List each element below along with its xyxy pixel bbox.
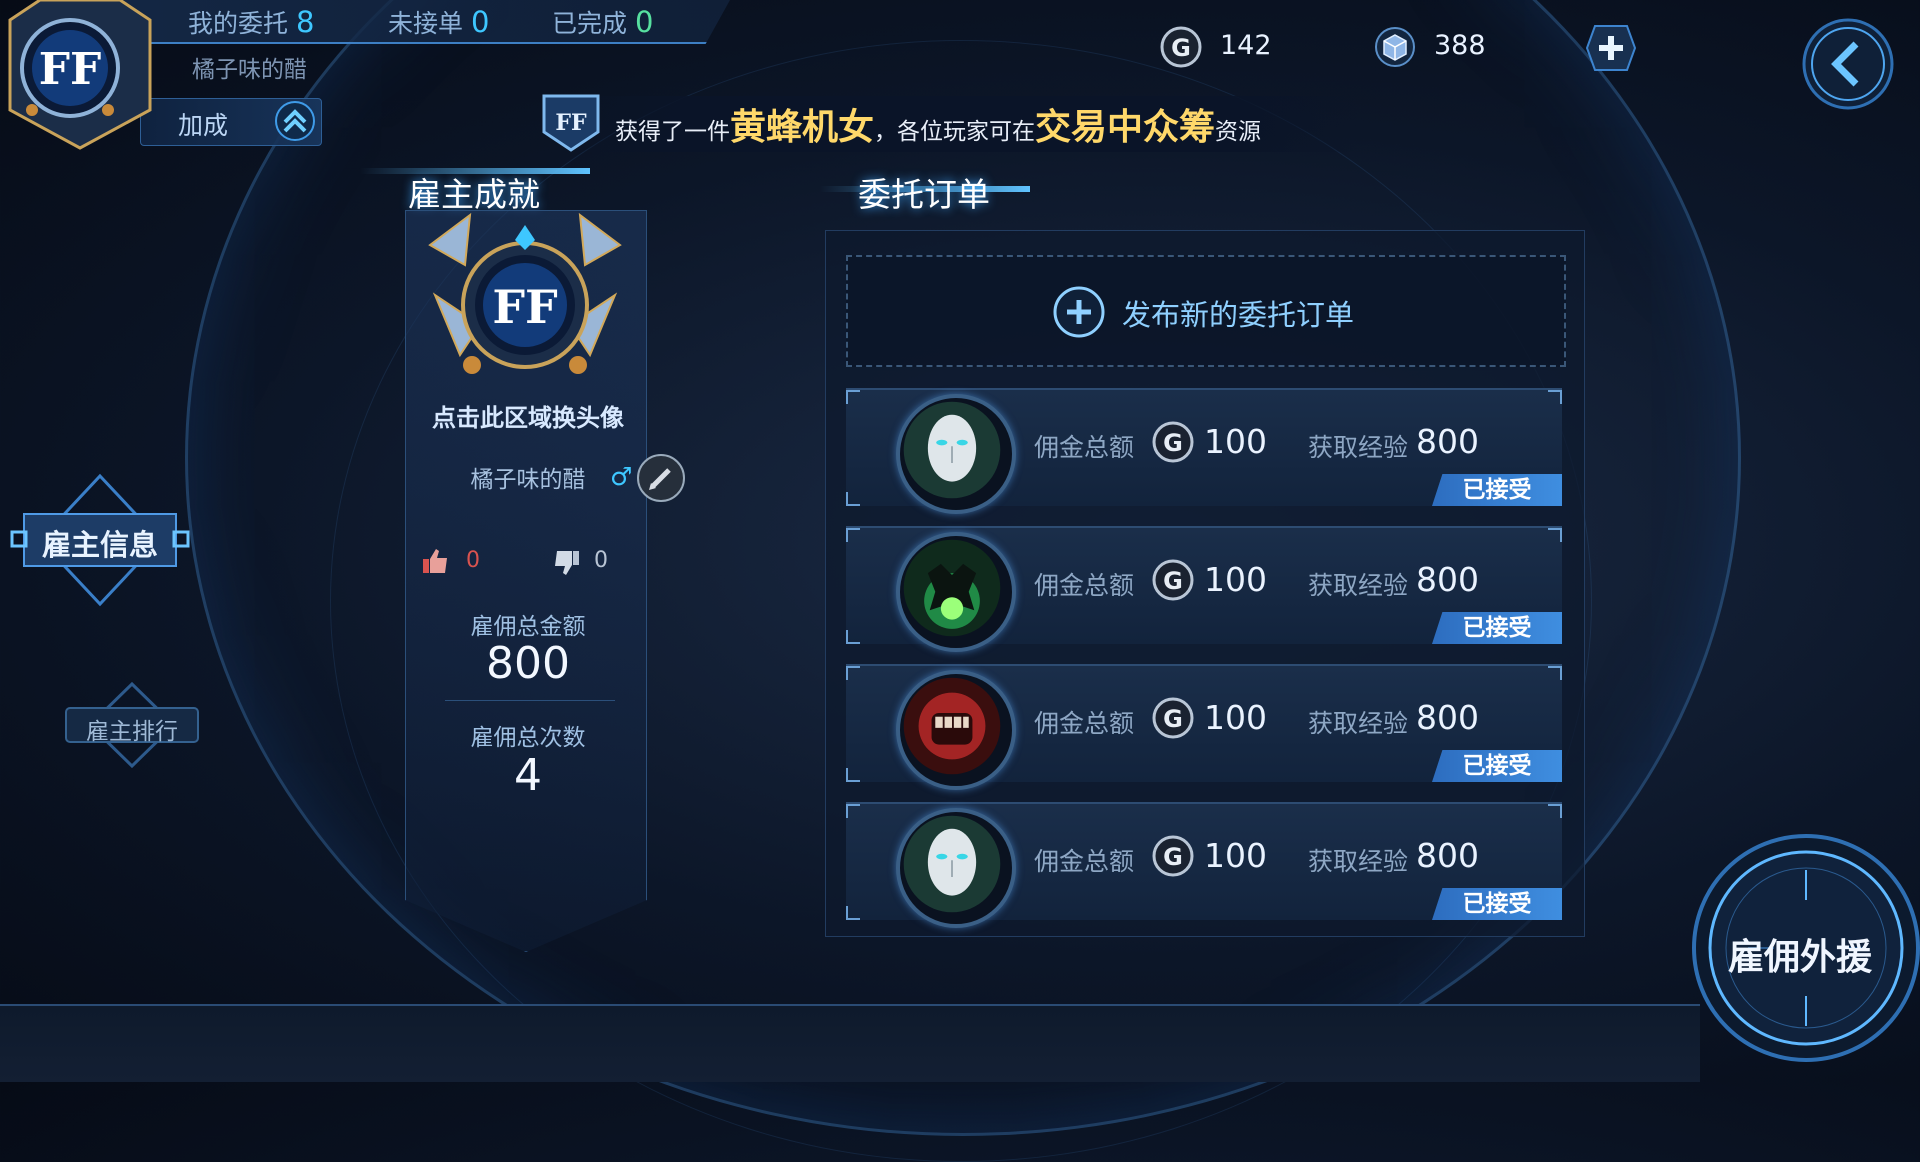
- order-item[interactable]: 佣金总额 G 100 获取经验 800 已接受: [846, 526, 1562, 652]
- svg-text:G: G: [1163, 429, 1183, 457]
- completed-label: 已完成: [552, 9, 628, 38]
- announce-prefix: 获得了一件: [615, 119, 730, 145]
- corner-mark: [1548, 804, 1562, 818]
- announcement-text: 获得了一件黄蜂机女，各位玩家可在交易中众筹资源: [615, 98, 1261, 150]
- hire-mercenary-label: 雇佣外援: [1727, 937, 1872, 978]
- status-badge: 已接受: [1432, 612, 1562, 644]
- employer-info-label: 雇主信息: [41, 528, 158, 562]
- corner-mark: [1548, 666, 1562, 680]
- employer-avatar[interactable]: FF: [410, 205, 640, 405]
- announce-item: 黄蜂机女: [730, 107, 875, 148]
- corner-mark: [846, 630, 860, 644]
- commission-value: 100: [1204, 422, 1267, 461]
- player-emblem-icon[interactable]: FF: [0, 0, 160, 150]
- thumbs-down-icon[interactable]: [552, 548, 582, 578]
- corner-mark: [846, 804, 860, 818]
- gold-amount: 142: [1220, 30, 1272, 61]
- employer-rank-label: 雇主排行: [86, 719, 178, 745]
- corner-mark: [846, 906, 860, 920]
- corner-mark: [846, 666, 860, 680]
- corner-mark: [846, 390, 860, 404]
- svg-text:G: G: [1163, 843, 1183, 871]
- corner-mark: [1548, 390, 1562, 404]
- commission-value: 100: [1204, 836, 1267, 875]
- green-beast-icon: [896, 532, 1016, 652]
- my-orders-count: 8: [296, 5, 315, 39]
- order-item[interactable]: 佣金总额 G 100 获取经验 800 已接受: [846, 802, 1562, 928]
- unaccepted-stat: 未接单 0: [388, 4, 489, 40]
- exp-value: 800: [1416, 698, 1479, 737]
- orders-section-title: 委托订单: [858, 175, 990, 214]
- gender-male-icon: ♂: [610, 462, 633, 491]
- announcement-shield-icon: FF: [542, 94, 600, 152]
- completed-stat: 已完成 0: [552, 4, 653, 40]
- order-item[interactable]: 佣金总额 G 100 获取经验 800 已接受: [846, 664, 1562, 790]
- exp-label: 获取经验: [1308, 571, 1409, 600]
- bonus-label: 加成: [178, 111, 229, 140]
- white-mask-icon: [896, 394, 1016, 514]
- exp-label: 获取经验: [1308, 709, 1409, 738]
- corner-mark: [1548, 528, 1562, 542]
- likes-count: 0: [466, 548, 480, 573]
- red-fist-icon: [896, 670, 1016, 790]
- gem-cube-icon: [1375, 27, 1415, 67]
- exp-label: 获取经验: [1308, 433, 1409, 462]
- white-mask-icon: [896, 808, 1016, 928]
- order-item[interactable]: 佣金总额 G 100 获取经验 800 已接受: [846, 388, 1562, 514]
- exp-value: 800: [1416, 560, 1479, 599]
- total-count-value: 4: [514, 750, 542, 801]
- my-orders-label: 我的委托: [188, 9, 289, 38]
- add-order-icon: [1053, 286, 1105, 338]
- status-badge: 已接受: [1432, 474, 1562, 506]
- edit-name-button[interactable]: [637, 454, 685, 502]
- gold-coin-icon: G: [1160, 26, 1202, 68]
- gold-coin-icon: G: [1152, 697, 1194, 739]
- status-badge: 已接受: [1432, 888, 1562, 920]
- svg-text:FF: FF: [492, 280, 558, 334]
- total-amount-label: 雇佣总金额: [470, 614, 586, 640]
- status-badge: 已接受: [1432, 750, 1562, 782]
- total-amount-value: 800: [486, 638, 570, 689]
- exp-value: 800: [1416, 836, 1479, 875]
- change-avatar-hint[interactable]: 点击此区域换头像: [418, 398, 638, 433]
- commission-value: 100: [1204, 560, 1267, 599]
- commission-value: 100: [1204, 698, 1267, 737]
- gold-coin-icon: G: [1152, 421, 1194, 463]
- svg-text:FF: FF: [555, 110, 587, 136]
- gem-amount: 388: [1434, 30, 1486, 61]
- announce-middle: ，各位玩家可在: [874, 119, 1036, 145]
- dislikes-count: 0: [594, 548, 608, 573]
- svg-text:FF: FF: [39, 44, 101, 95]
- my-orders-stat: 我的委托 8: [188, 4, 314, 40]
- thumbs-up-icon[interactable]: [420, 546, 450, 576]
- svg-text:G: G: [1163, 705, 1183, 733]
- exp-value: 800: [1416, 422, 1479, 461]
- bottom-bar: [0, 1004, 1700, 1082]
- announce-suffix: 资源: [1215, 119, 1262, 145]
- svg-text:G: G: [1163, 567, 1183, 595]
- unaccepted-label: 未接单: [388, 9, 464, 38]
- commission-label: 佣金总额: [1034, 847, 1135, 876]
- corner-mark: [846, 492, 860, 506]
- corner-mark: [846, 768, 860, 782]
- announce-place: 交易中众筹: [1035, 107, 1216, 148]
- player-name: 橘子味的醋: [192, 57, 307, 83]
- employer-name: 橘子味的醋: [470, 467, 586, 493]
- gold-coin-icon: G: [1152, 559, 1194, 601]
- commission-label: 佣金总额: [1034, 709, 1135, 738]
- total-count-label: 雇佣总次数: [470, 725, 586, 751]
- corner-mark: [846, 528, 860, 542]
- commission-label: 佣金总额: [1034, 571, 1135, 600]
- gold-coin-icon: G: [1152, 835, 1194, 877]
- stat-divider: [445, 700, 615, 701]
- svg-text:G: G: [1171, 34, 1191, 62]
- unaccepted-count: 0: [471, 5, 490, 39]
- bonus-chevrons-icon: [275, 101, 315, 141]
- commission-label: 佣金总额: [1034, 433, 1135, 462]
- publish-order-label: 发布新的委托订单: [1122, 298, 1355, 332]
- exp-label: 获取经验: [1308, 847, 1409, 876]
- add-currency-button[interactable]: [1585, 24, 1637, 72]
- back-button[interactable]: [1798, 14, 1898, 114]
- completed-count: 0: [635, 5, 654, 39]
